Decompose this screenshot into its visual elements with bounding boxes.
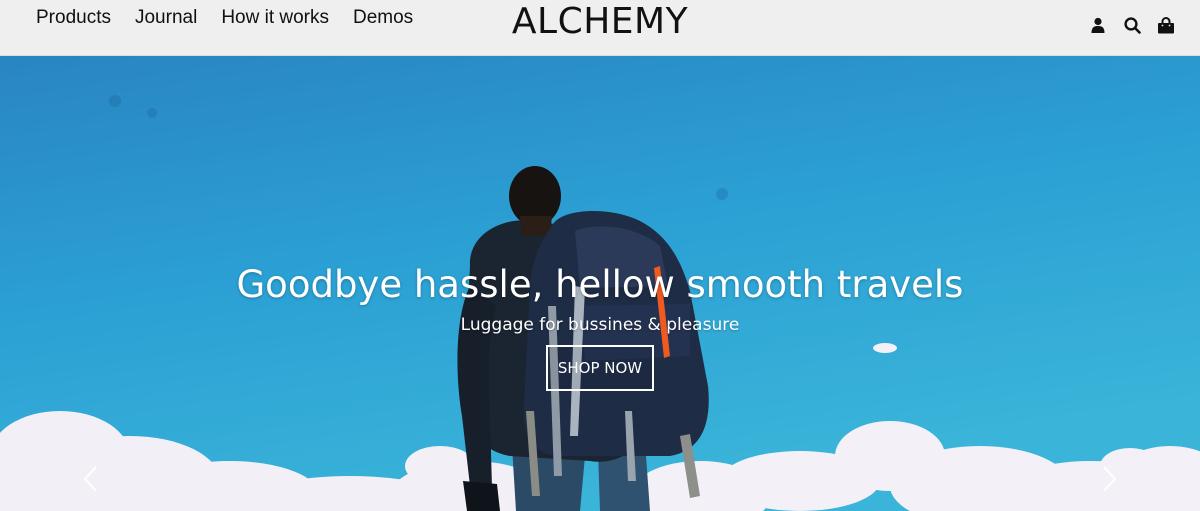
chevron-right-icon[interactable] [1098,461,1122,497]
search-icon[interactable] [1122,14,1142,36]
hero-slider: Goodbye hassle, hellow smooth travels Lu… [0,56,1200,511]
nav-how-it-works[interactable]: How it works [221,6,329,30]
user-icon[interactable] [1088,14,1108,36]
hero-content: Goodbye hassle, hellow smooth travels Lu… [0,262,1200,391]
site-header: Products Journal How it works Demos ALCH… [0,0,1200,56]
main-nav: Products Journal How it works Demos [36,6,437,30]
shop-now-button[interactable]: SHOP NOW [545,345,655,391]
chevron-left-icon[interactable] [78,461,102,497]
shopping-bag-icon[interactable] [1156,14,1176,36]
nav-demos[interactable]: Demos [353,6,413,30]
nav-products[interactable]: Products [36,6,111,30]
hero-title: Goodbye hassle, hellow smooth travels [236,263,964,306]
header-icons [1088,14,1176,36]
nav-journal[interactable]: Journal [135,6,197,30]
hero-subtitle: Luggage for bussines & pleasure [460,315,740,335]
